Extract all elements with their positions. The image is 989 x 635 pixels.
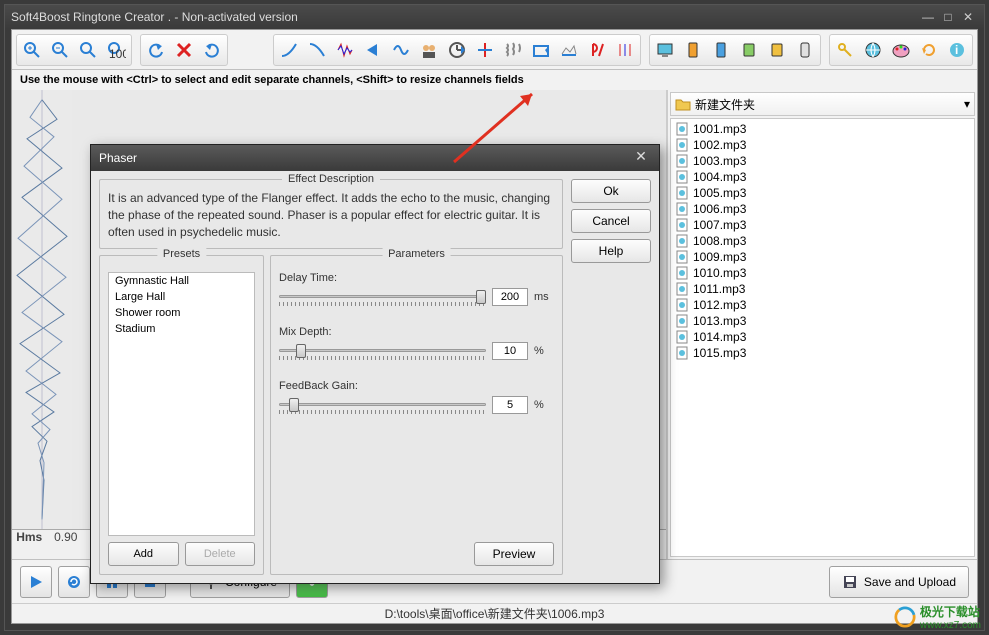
phaser-dialog: Phaser ✕ Effect Description It is an adv…	[90, 144, 660, 584]
file-item[interactable]: 1002.mp3	[673, 137, 972, 153]
window-title: Soft4Boost Ringtone Creator . - Non-acti…	[11, 10, 298, 24]
zoom-100-icon[interactable]: 100	[102, 36, 130, 64]
cancel-button[interactable]: Cancel	[571, 209, 651, 233]
ok-button[interactable]: Ok	[571, 179, 651, 203]
undo-icon[interactable]	[142, 36, 170, 64]
delay-icon[interactable]	[443, 36, 471, 64]
vibrato-icon[interactable]	[499, 36, 527, 64]
zoom-in-icon[interactable]	[18, 36, 46, 64]
file-pane: 新建文件夹 ▾ 1001.mp31002.mp31003.mp31004.mp3…	[667, 90, 977, 559]
ruler-label: Hms	[12, 530, 46, 559]
maximize-button[interactable]: □	[938, 9, 958, 25]
content-area: 100	[11, 29, 978, 624]
file-item[interactable]: 1009.mp3	[673, 249, 972, 265]
file-item[interactable]: 1010.mp3	[673, 265, 972, 281]
file-item[interactable]: 1011.mp3	[673, 281, 972, 297]
preset-item[interactable]: Gymnastic Hall	[109, 273, 254, 289]
save-icon	[842, 574, 858, 590]
redo-icon[interactable]	[198, 36, 226, 64]
file-item[interactable]: 1014.mp3	[673, 329, 972, 345]
delay-time-param: Delay Time: 200 ms	[279, 272, 554, 306]
file-item[interactable]: 1007.mp3	[673, 217, 972, 233]
fade-in-icon[interactable]	[275, 36, 303, 64]
status-path: D:\tools\桌面\office\新建文件夹\1006.mp3	[385, 605, 605, 622]
effect-description-box: Effect Description It is an advanced typ…	[99, 179, 563, 249]
device2-icon[interactable]	[707, 36, 735, 64]
app-window: Soft4Boost Ringtone Creator . - Non-acti…	[4, 4, 985, 631]
feedback-value[interactable]: 5	[492, 396, 528, 414]
delay-value[interactable]: 200	[492, 288, 528, 306]
key-icon[interactable]	[831, 36, 859, 64]
zoom-out-icon[interactable]	[46, 36, 74, 64]
effect-description-text: It is an advanced type of the Flanger ef…	[108, 190, 554, 240]
file-item[interactable]: 1013.mp3	[673, 313, 972, 329]
file-item[interactable]: 1006.mp3	[673, 201, 972, 217]
dropdown-icon[interactable]: ▾	[964, 97, 970, 111]
preset-item[interactable]: Large Hall	[109, 289, 254, 305]
close-button[interactable]: ✕	[958, 9, 978, 25]
preset-item[interactable]: Shower room	[109, 305, 254, 321]
folder-bar[interactable]: 新建文件夹 ▾	[670, 92, 975, 116]
dialog-title: Phaser	[99, 151, 137, 165]
dialog-titlebar: Phaser ✕	[91, 145, 659, 171]
watermark: 极光下载站 www.xz7.com	[894, 603, 981, 631]
mix-value[interactable]: 10	[492, 342, 528, 360]
folder-name: 新建文件夹	[695, 96, 755, 113]
delete-preset-button[interactable]: Delete	[185, 542, 256, 566]
normalize-icon[interactable]	[331, 36, 359, 64]
loop-button[interactable]	[58, 566, 90, 598]
file-item[interactable]: 1003.mp3	[673, 153, 972, 169]
refresh-icon[interactable]	[915, 36, 943, 64]
delete-icon[interactable]	[170, 36, 198, 64]
file-item[interactable]: 1001.mp3	[673, 121, 972, 137]
preview-button[interactable]: Preview	[474, 542, 554, 566]
add-preset-button[interactable]: Add	[108, 542, 179, 566]
palette-icon[interactable]	[887, 36, 915, 64]
file-item[interactable]: 1012.mp3	[673, 297, 972, 313]
device1-icon[interactable]	[679, 36, 707, 64]
mix-slider[interactable]	[279, 344, 486, 358]
minimize-button[interactable]: —	[918, 9, 938, 25]
mix-depth-param: Mix Depth: 10 %	[279, 326, 554, 360]
feedback-slider[interactable]	[279, 398, 486, 412]
file-item[interactable]: 1004.mp3	[673, 169, 972, 185]
feedback-gain-param: FeedBack Gain: 5 %	[279, 380, 554, 414]
zoom-fit-icon[interactable]	[74, 36, 102, 64]
save-upload-button[interactable]: Save and Upload	[829, 566, 969, 598]
help-button[interactable]: Help	[571, 239, 651, 263]
flanger-icon[interactable]	[387, 36, 415, 64]
globe-icon[interactable]	[859, 36, 887, 64]
pitch-icon[interactable]	[583, 36, 611, 64]
delay-slider[interactable]	[279, 290, 486, 304]
play-button[interactable]	[20, 566, 52, 598]
file-item[interactable]: 1008.mp3	[673, 233, 972, 249]
folder-icon	[675, 97, 691, 111]
eq-icon[interactable]	[611, 36, 639, 64]
dialog-close-icon[interactable]: ✕	[631, 148, 651, 168]
svg-text:i: i	[955, 43, 958, 57]
watermark-logo-icon	[894, 606, 916, 628]
fade-out-icon[interactable]	[303, 36, 331, 64]
titlebar: Soft4Boost Ringtone Creator . - Non-acti…	[5, 5, 984, 29]
pc-icon[interactable]	[651, 36, 679, 64]
device5-icon[interactable]	[791, 36, 819, 64]
reverb-icon[interactable]	[527, 36, 555, 64]
svg-text:100: 100	[109, 47, 126, 60]
status-bar: D:\tools\桌面\office\新建文件夹\1006.mp3	[12, 603, 977, 623]
info-icon[interactable]: i	[943, 36, 971, 64]
file-item[interactable]: 1005.mp3	[673, 185, 972, 201]
file-item[interactable]: 1015.mp3	[673, 345, 972, 361]
chorus-icon[interactable]	[415, 36, 443, 64]
preset-item[interactable]: Stadium	[109, 321, 254, 337]
hint-text: Use the mouse with <Ctrl> to select and …	[12, 70, 977, 90]
toolbar: 100	[12, 30, 977, 70]
device3-icon[interactable]	[735, 36, 763, 64]
preset-list[interactable]: Gymnastic HallLarge HallShower roomStadi…	[108, 272, 255, 536]
tempo-icon[interactable]	[555, 36, 583, 64]
device4-icon[interactable]	[763, 36, 791, 64]
phaser-icon[interactable]	[471, 36, 499, 64]
reverse-icon[interactable]	[359, 36, 387, 64]
file-list[interactable]: 1001.mp31002.mp31003.mp31004.mp31005.mp3…	[670, 118, 975, 557]
